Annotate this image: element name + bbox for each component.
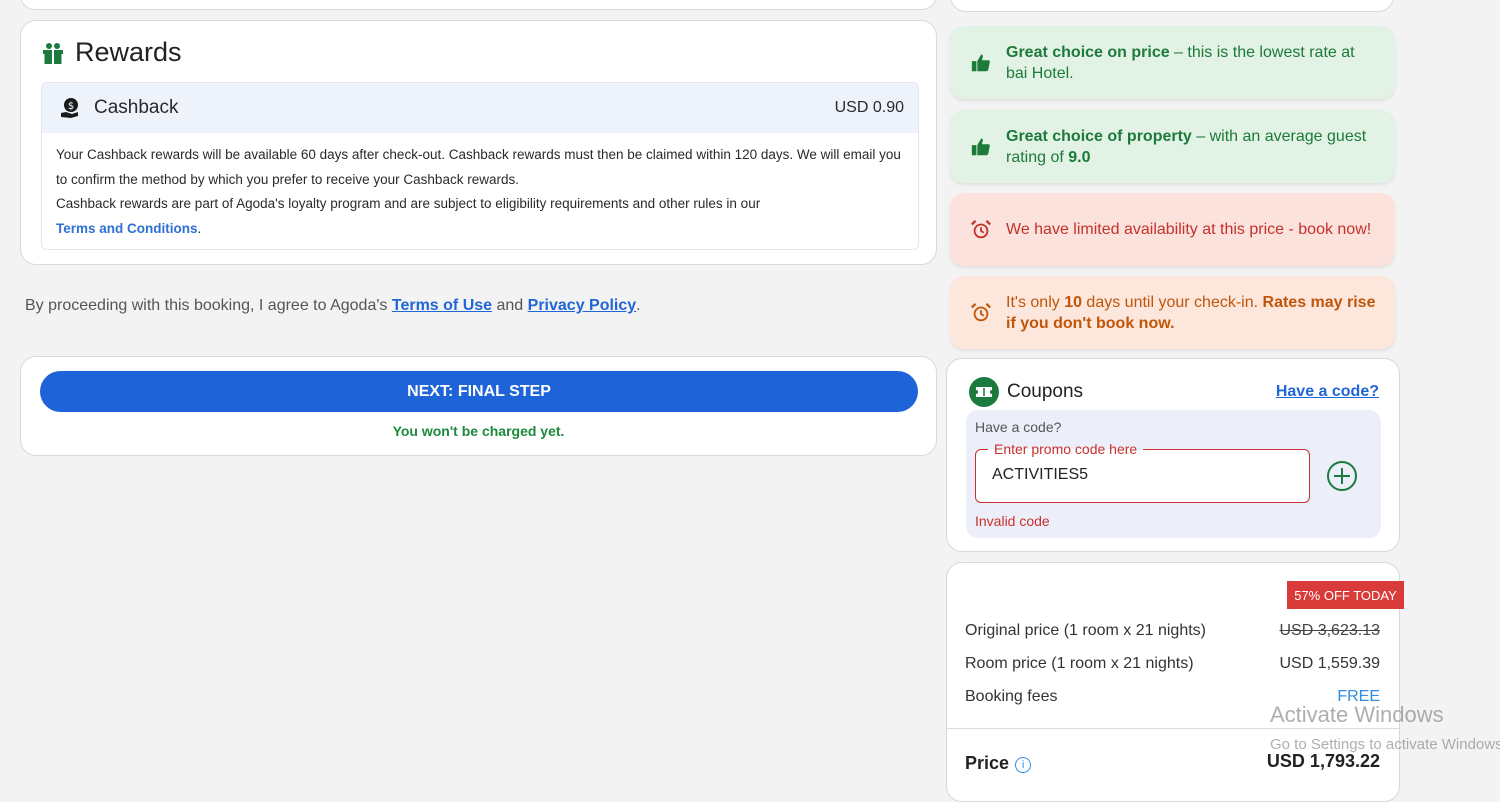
activate-windows-watermark: Activate Windows Go to Settings to activ… [1270,702,1500,753]
agreement-and: and [496,297,524,314]
have-a-code-label: Have a code? [975,419,1062,435]
cashback-box: $ Cashback USD 0.90 Your Cashback reward… [41,82,919,250]
booking-agreement: By proceeding with this booking, I agree… [25,297,641,315]
previous-section-card [20,0,937,10]
original-price-value: USD 3,623.13 [1279,622,1380,639]
coupons-title: Coupons [1007,381,1084,402]
coupon-icon [969,377,999,407]
room-price-label: Room price (1 room x 21 nights) [965,655,1194,672]
terms-suffix: . [197,220,202,236]
total-price-label: Price [965,753,1010,773]
gift-icon [43,42,63,64]
privacy-policy-link[interactable]: Privacy Policy [528,297,637,314]
coupons-card: Coupons Have a code? Have a code? Enter … [946,358,1400,552]
room-price-value: USD 1,559.39 [1279,655,1380,672]
room-price-row: Room price (1 room x 21 nights) USD 1,55… [965,655,1380,673]
agreement-prefix: By proceeding with this booking, I agree… [25,297,388,314]
total-price-row: Price i USD 1,793.22 [965,751,1380,774]
cashback-icon: $ [61,98,78,118]
original-price-label: Original price (1 room x 21 nights) [965,622,1206,639]
agreement-suffix: . [636,297,641,314]
cashback-amount: USD 0.90 [834,99,904,116]
cashback-text-1: Your Cashback rewards will be available … [56,147,901,187]
great-price-message: Great choice on price – this is the lowe… [950,26,1395,99]
terms-conditions-link[interactable]: Terms and Conditions [56,221,198,236]
next-final-step-button[interactable]: NEXT: FINAL STEP [40,371,918,412]
limited-text: We have limited availability at this pri… [1006,221,1372,238]
invalid-code-error: Invalid code [975,513,1050,529]
promo-code-legend: Enter promo code here [988,441,1144,457]
add-circle-icon[interactable] [1327,461,1357,491]
promo-code-box: Have a code? Enter promo code here Inval… [966,410,1381,538]
rewards-title: Rewards [75,37,182,67]
terms-of-use-link[interactable]: Terms of Use [392,297,492,314]
booking-fees-label: Booking fees [965,688,1058,705]
days-prefix: It's only [1006,293,1065,311]
days-count: 10 [1064,293,1082,311]
thumbs-up-icon [971,54,990,71]
alarm-clock-icon [971,302,991,321]
promo-code-field: Enter promo code here [975,441,1310,503]
not-charged-note: You won't be charged yet. [392,423,565,439]
days-mid: days until your check-in. [1081,293,1263,311]
watermark-subtitle: Go to Settings to activate Windows. [1270,736,1500,753]
great-property-bold: Great choice of property [1006,127,1192,145]
svg-text:$: $ [68,101,74,112]
alarm-clock-icon [971,219,991,238]
cashback-text-2: Cashback rewards are part of Agoda's loy… [56,196,761,211]
info-icon[interactable]: i [1015,757,1032,773]
days-until-checkin-message: It's only 10 days until your check-in. R… [950,276,1395,349]
thumbs-up-icon [971,138,990,155]
cashback-header: $ Cashback USD 0.90 [42,83,918,133]
total-price-value: USD 1,793.22 [1266,751,1380,771]
watermark-title: Activate Windows [1270,702,1444,727]
great-property-message: Great choice of property – with an avera… [950,110,1395,183]
rewards-header: Rewards [41,37,182,68]
cashback-label: Cashback [94,97,179,118]
rewards-card: Rewards $ Cashback USD 0.90 Your Cashbac… [20,20,937,265]
great-price-bold: Great choice on price [1006,43,1170,61]
cashback-description: Your Cashback rewards will be available … [42,133,918,241]
original-price-row: Original price (1 room x 21 nights) USD … [965,622,1380,640]
coupons-header: Coupons [969,377,1083,407]
summary-card-top [950,0,1394,12]
guest-rating: 9.0 [1068,148,1091,166]
limited-availability-message: We have limited availability at this pri… [950,193,1395,266]
have-a-code-link[interactable]: Have a code? [1276,383,1379,401]
discount-badge: 57% OFF TODAY [1287,581,1404,609]
next-step-card: NEXT: FINAL STEP You won't be charged ye… [20,356,937,456]
promo-code-input[interactable] [992,466,1292,484]
